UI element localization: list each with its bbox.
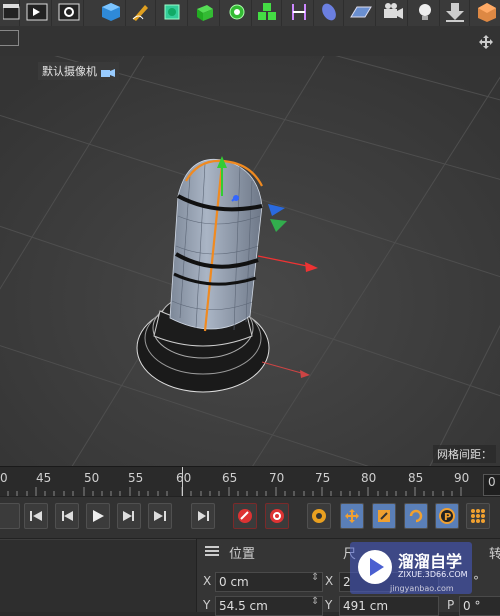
viewport-header [0, 26, 500, 56]
move-key-button[interactable] [340, 503, 364, 529]
field-icon[interactable] [314, 0, 344, 26]
prev-button-partial[interactable] [0, 503, 20, 529]
timeline-tick: 55 [128, 471, 144, 485]
hamburger-icon[interactable] [205, 545, 219, 557]
cube-icon[interactable] [96, 0, 126, 26]
parameter-key-button[interactable]: P [435, 503, 459, 529]
loop-end-button[interactable] [191, 503, 215, 529]
timeline-tick: 60 [176, 471, 192, 485]
record-key-button[interactable] [233, 503, 257, 529]
playhead[interactable] [182, 467, 183, 497]
deformer-icon[interactable] [284, 0, 314, 26]
watermark-brand: 溜溜自学 [398, 552, 463, 571]
go-to-end-button[interactable] [148, 503, 172, 529]
rotation-title: 转 [489, 547, 500, 562]
mograph-icon[interactable] [252, 0, 282, 26]
pen-icon[interactable] [126, 0, 156, 26]
clapper-icon[interactable] [0, 0, 20, 26]
rot-p-field[interactable]: 0 ° [459, 596, 500, 616]
light-icon[interactable] [410, 0, 440, 26]
go-to-start-button[interactable] [24, 503, 48, 529]
pos-y-field[interactable]: 54.5 cm [215, 596, 323, 616]
pos-y-label: Y [203, 598, 211, 612]
timeline-tick: 85 [408, 471, 424, 485]
timeline-tick: 0 [0, 471, 8, 485]
subdivision-icon[interactable] [158, 0, 188, 26]
viewport-menu-edge [0, 30, 19, 46]
pos-y-stepper-icon[interactable]: ⇕ [311, 596, 319, 607]
prev-frame-button[interactable] [55, 503, 79, 529]
current-frame-field[interactable]: 0 [483, 474, 500, 496]
rot-p-label: P [447, 598, 455, 612]
timeline-tick: 90 [454, 471, 470, 485]
timeline-ruler[interactable]: 0 45 50 55 60 65 70 75 80 85 90 [0, 466, 500, 497]
play-logo-icon [358, 550, 392, 584]
timeline-tick: 70 [269, 471, 285, 485]
extrude-icon[interactable] [190, 0, 220, 26]
auto-key-button[interactable] [265, 503, 289, 529]
camera-label[interactable]: 默认摄像机 [38, 62, 119, 80]
cloner-icon[interactable] [222, 0, 252, 26]
size-x-label: X [325, 574, 334, 588]
panel-divider [0, 539, 196, 540]
timeline-tick: 45 [36, 471, 52, 485]
keyframe-selection-button[interactable] [307, 503, 331, 529]
timeline-tick: 65 [222, 471, 238, 485]
rotate-key-button[interactable] [404, 503, 428, 529]
render-settings-icon[interactable] [54, 0, 84, 26]
model-body[interactable] [169, 158, 263, 332]
arrow-down-icon[interactable] [440, 0, 470, 26]
pos-x-field[interactable]: 0 cm [215, 572, 323, 592]
timeline-tick: 75 [315, 471, 331, 485]
timeline-tick: 80 [361, 471, 377, 485]
tag-icon[interactable] [472, 0, 500, 26]
watermark-badge: 溜溜自学 ZIXUE.3D66.COM jingyanbao.com [350, 542, 472, 594]
floor-icon[interactable] [346, 0, 376, 26]
next-frame-button[interactable] [117, 503, 141, 529]
svg-text:P: P [444, 512, 451, 523]
move-view-icon[interactable] [478, 34, 494, 50]
camera-icon[interactable] [378, 0, 408, 26]
materials-panel [0, 538, 196, 612]
position-title: 位置 [229, 547, 256, 562]
pla-key-button[interactable] [466, 503, 490, 529]
main-toolbar [0, 0, 500, 27]
rot-h-value: ° [473, 574, 479, 588]
watermark-url: ZIXUE.3D66.COM [398, 570, 468, 579]
viewport-scene [0, 56, 500, 466]
pos-x-value: 0 cm [219, 575, 249, 589]
grid-spacing-label: 网格间距： [433, 445, 496, 463]
size-y-field[interactable]: 491 cm [339, 596, 439, 616]
pos-x-stepper-icon[interactable]: ⇕ [311, 572, 319, 583]
timeline-tick: 50 [84, 471, 100, 485]
current-frame-value: 0 [488, 475, 496, 489]
pos-x-label: X [203, 574, 212, 588]
watermark-url2: jingyanbao.com [390, 584, 454, 593]
play-button[interactable] [86, 503, 110, 529]
scale-key-button[interactable] [372, 503, 396, 529]
render-view-icon[interactable] [22, 0, 52, 26]
size-y-label: Y [325, 598, 333, 612]
camera-label-text: 默认摄像机 [42, 65, 97, 78]
3d-viewport[interactable] [0, 56, 500, 466]
camera-icon [100, 69, 115, 77]
